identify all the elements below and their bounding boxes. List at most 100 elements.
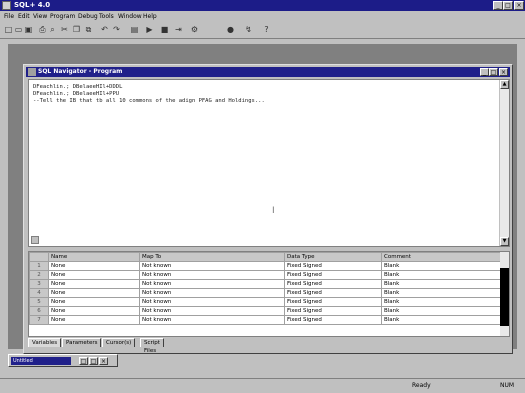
- tab-parameters[interactable]: Parameters: [62, 338, 102, 347]
- compile-icon[interactable]: ▤: [130, 25, 139, 34]
- grid-scroll-thumb[interactable]: [500, 268, 509, 326]
- code-line: DFeachlin.; DBelaeeHIl+PPU: [33, 91, 120, 97]
- debug-icon[interactable]: ⚙: [190, 25, 199, 34]
- column-header-name[interactable]: Name: [48, 252, 140, 262]
- column-header-data-type[interactable]: Data Type: [284, 252, 382, 262]
- tab-cursors[interactable]: Cursor(s): [102, 338, 136, 347]
- undo-icon[interactable]: ↶: [100, 25, 109, 34]
- menu-file[interactable]: File: [4, 13, 14, 20]
- row-number: 1: [29, 261, 49, 271]
- code-line: --Tell the IB that tb all 10 commons of …: [33, 98, 265, 104]
- sql-minimize-button[interactable]: _: [480, 68, 489, 76]
- row-number: 2: [29, 270, 49, 280]
- app-title: SQL+ 4.0: [14, 1, 51, 9]
- tab-script-files[interactable]: Script Files: [140, 338, 164, 354]
- sql-window-title-bar[interactable]: SQL Navigator - Program _ □ ×: [26, 67, 510, 77]
- table-row[interactable]: 3 None Not known Fixed Signed Blank: [29, 279, 501, 289]
- cell-map-to[interactable]: Not known: [139, 306, 285, 316]
- cell-data-type[interactable]: Fixed Signed: [284, 315, 382, 325]
- cell-name[interactable]: None: [48, 297, 140, 307]
- cell-name[interactable]: None: [48, 261, 140, 271]
- step-icon[interactable]: ⇥: [174, 25, 183, 34]
- cell-comment[interactable]: Blank: [381, 315, 501, 325]
- cell-map-to[interactable]: Not known: [139, 288, 285, 298]
- variables-grid: Name Map To Data Type Comment 1 None Not k…: [28, 251, 510, 337]
- cell-data-type[interactable]: Fixed Signed: [284, 288, 382, 298]
- cell-map-to[interactable]: Not known: [139, 270, 285, 280]
- cell-comment[interactable]: Blank: [381, 288, 501, 298]
- scroll-down-arrow-icon[interactable]: ▼: [500, 237, 509, 246]
- save-icon[interactable]: ▣: [24, 25, 33, 34]
- paste-icon[interactable]: ⧉: [84, 25, 93, 34]
- help-icon[interactable]: ?: [262, 25, 271, 34]
- new-file-icon[interactable]: □: [4, 25, 13, 34]
- app-icon[interactable]: [2, 1, 11, 10]
- copy-icon[interactable]: ❐: [72, 25, 81, 34]
- stop-icon[interactable]: ■: [160, 25, 169, 34]
- maximize-button[interactable]: □: [503, 1, 513, 10]
- maximize-mini-button[interactable]: □: [89, 357, 98, 365]
- menu-debug[interactable]: Debug: [78, 13, 98, 20]
- minimize-button[interactable]: _: [493, 1, 503, 10]
- cell-name[interactable]: None: [48, 270, 140, 280]
- execute-icon[interactable]: ▶: [145, 25, 154, 34]
- menu-program[interactable]: Program: [50, 13, 75, 20]
- cell-comment[interactable]: Blank: [381, 270, 501, 280]
- cell-name[interactable]: None: [48, 306, 140, 316]
- cell-name[interactable]: None: [48, 279, 140, 289]
- row-number: 3: [29, 279, 49, 289]
- close-mini-button[interactable]: ×: [99, 357, 108, 365]
- row-number-header: [29, 252, 49, 262]
- run-to-cursor-icon[interactable]: ↯: [244, 25, 253, 34]
- row-number: 6: [29, 306, 49, 316]
- sql-close-button[interactable]: ×: [499, 68, 508, 76]
- cell-data-type[interactable]: Fixed Signed: [284, 306, 382, 316]
- cell-comment[interactable]: Blank: [381, 306, 501, 316]
- code-line: DFeachlin.; DBelaeeHIl+DDDL: [33, 84, 123, 90]
- cell-map-to[interactable]: Not known: [139, 261, 285, 271]
- menu-window[interactable]: Window: [118, 13, 142, 20]
- cut-icon[interactable]: ✂: [60, 25, 69, 34]
- menu-edit[interactable]: Edit: [18, 13, 30, 20]
- table-row[interactable]: 2 None Not known Fixed Signed Blank: [29, 270, 501, 280]
- cell-comment[interactable]: Blank: [381, 261, 501, 271]
- find-icon[interactable]: ⌕: [48, 25, 57, 34]
- menu-tools[interactable]: Tools: [99, 13, 114, 20]
- table-row[interactable]: 4 None Not known Fixed Signed Blank: [29, 288, 501, 298]
- menu-help[interactable]: Help: [143, 13, 157, 20]
- redo-icon[interactable]: ↷: [112, 25, 121, 34]
- minimized-window[interactable]: Untitled □ □ ×: [8, 354, 118, 367]
- cell-comment[interactable]: Blank: [381, 279, 501, 289]
- status-bar: Ready NUM: [0, 378, 525, 393]
- cell-name[interactable]: None: [48, 315, 140, 325]
- cell-data-type[interactable]: Fixed Signed: [284, 270, 382, 280]
- restore-button[interactable]: □: [79, 357, 88, 365]
- cell-comment[interactable]: Blank: [381, 297, 501, 307]
- sql-maximize-button[interactable]: □: [489, 68, 498, 76]
- open-folder-icon[interactable]: ▭: [14, 25, 23, 34]
- editor-vertical-scrollbar[interactable]: ▲ ▼: [499, 80, 509, 246]
- cell-map-to[interactable]: Not known: [139, 297, 285, 307]
- table-row[interactable]: 7 None Not known Fixed Signed Blank: [29, 315, 501, 325]
- table-row[interactable]: 1 None Not known Fixed Signed Blank: [29, 261, 501, 271]
- menu-view[interactable]: View: [33, 13, 47, 20]
- sql-editor[interactable]: DFeachlin.; DBelaeeHIl+DDDL DFeachlin.; …: [28, 79, 510, 247]
- breakpoint-icon[interactable]: ●: [226, 25, 235, 34]
- table-row[interactable]: 5 None Not known Fixed Signed Blank: [29, 297, 501, 307]
- cell-data-type[interactable]: Fixed Signed: [284, 261, 382, 271]
- cell-name[interactable]: None: [48, 288, 140, 298]
- cell-map-to[interactable]: Not known: [139, 315, 285, 325]
- cell-data-type[interactable]: Fixed Signed: [284, 279, 382, 289]
- close-button[interactable]: ×: [514, 1, 524, 10]
- print-icon[interactable]: ⎙: [38, 25, 47, 34]
- tab-variables[interactable]: Variables: [28, 338, 62, 347]
- split-handle-icon[interactable]: [31, 236, 39, 244]
- scroll-up-arrow-icon[interactable]: ▲: [500, 80, 509, 89]
- column-header-map-to[interactable]: Map To: [139, 252, 285, 262]
- table-row[interactable]: 6 None Not known Fixed Signed Blank: [29, 306, 501, 316]
- app-title-bar: SQL+ 4.0 _ □ ×: [0, 0, 525, 11]
- column-header-comment[interactable]: Comment: [381, 252, 501, 262]
- cell-map-to[interactable]: Not known: [139, 279, 285, 289]
- sql-window-title: SQL Navigator - Program: [38, 68, 123, 75]
- cell-data-type[interactable]: Fixed Signed: [284, 297, 382, 307]
